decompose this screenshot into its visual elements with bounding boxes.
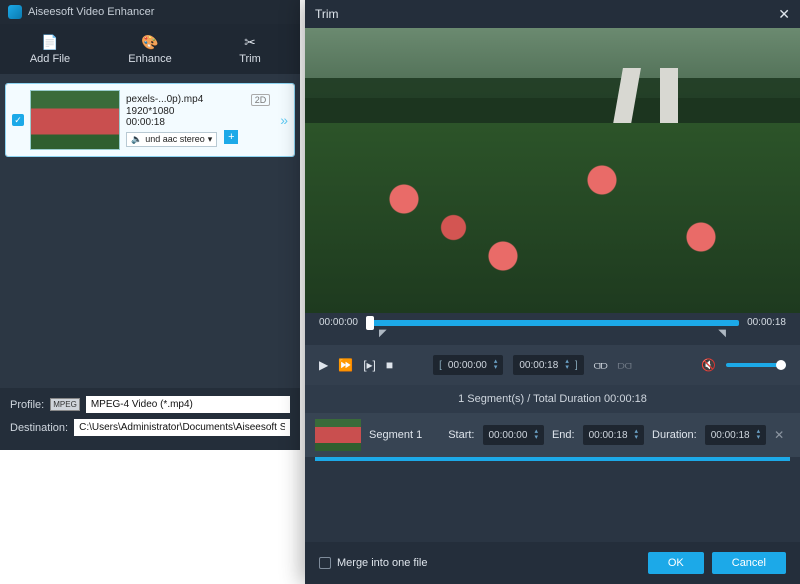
fast-forward-button[interactable]: ⏩ [338,358,353,372]
destination-label: Destination: [10,422,68,434]
trim-button[interactable]: ✂ Trim [200,24,300,74]
segment-duration-input[interactable]: 00:00:18▴▾ [705,425,766,445]
next-frame-button[interactable]: [▸] [363,358,376,372]
add-track-button[interactable]: + [224,130,238,144]
clip-start-input[interactable]: 00:00:00▴▾ [433,355,503,375]
segment-track [315,457,790,461]
trim-dialog: Trim ✕ 00:00:00 00:00:18 ◤ ◥ ▶ ⏩ [▸] ■ 0… [305,0,800,584]
convert-arrow-icon: » [280,112,288,128]
merge-checkbox[interactable]: Merge into one file [319,557,428,569]
end-label: End: [552,429,575,441]
dialog-title: Trim [315,7,339,21]
file-duration: 00:00:18 [126,117,270,128]
scissors-icon: ✂ [244,34,256,51]
speaker-icon: 🔈 [131,134,142,145]
badge-2d: 2D [251,94,271,106]
volume-slider[interactable] [726,363,786,367]
profile-input[interactable] [86,396,290,413]
file-checkbox[interactable]: ✓ [12,114,24,126]
join-button: ⫐⫏ [618,358,632,373]
stop-button[interactable]: ■ [386,358,393,372]
destination-input[interactable] [74,419,290,436]
play-button[interactable]: ▶ [319,358,328,372]
enhance-button[interactable]: 🎨 Enhance [100,24,200,74]
timeline-cursor[interactable] [366,316,374,330]
video-preview [305,28,800,313]
main-toolbar: 📄 Add File 🎨 Enhance ✂ Trim [0,24,300,74]
trim-in-marker-icon[interactable]: ◤ [379,328,387,339]
duration-label: Duration: [652,429,697,441]
profile-label: Profile: [10,399,44,411]
volume-knob[interactable] [776,360,786,370]
delete-segment-button[interactable]: ✕ [774,428,784,442]
segment-row[interactable]: Segment 1 Start: 00:00:00▴▾ End: 00:00:1… [305,413,800,457]
volume-icon[interactable]: 🔇 [701,358,716,372]
app-title: Aiseesoft Video Enhancer [28,6,154,18]
segment-end-input[interactable]: 00:00:18▴▾ [583,425,644,445]
file-resolution: 1920*1080 [126,106,270,117]
main-title-bar: Aiseesoft Video Enhancer [0,0,300,24]
timeline-track[interactable] [366,320,739,326]
segment-thumbnail [315,419,361,451]
close-icon[interactable]: ✕ [778,6,790,23]
trim-out-marker-icon[interactable]: ◥ [718,328,726,339]
segment-start-input[interactable]: 00:00:00▴▾ [483,425,544,445]
audio-track-dropdown[interactable]: 🔈 und aac stereo ▾ [126,132,217,147]
checkbox-box-icon [319,557,331,569]
clip-end-input[interactable]: 00:00:18▴▾ [513,355,583,375]
cancel-button[interactable]: Cancel [712,552,786,574]
add-file-icon: 📄 [41,34,58,51]
segments-header: 1 Segment(s) / Total Duration 00:00:18 [305,385,800,413]
split-button[interactable]: ⫏⫐ [594,358,608,373]
palette-icon: 🎨 [141,34,158,51]
mpeg-icon: MPEG [50,398,80,411]
chevron-down-icon: ▾ [208,134,213,145]
file-thumbnail [30,90,120,150]
ok-button[interactable]: OK [648,552,704,574]
file-item[interactable]: ✓ pexels-...0p).mp4 2D 1920*1080 00:00:1… [6,84,294,156]
segment-name: Segment 1 [369,429,422,441]
timeline-start: 00:00:00 [319,317,358,328]
start-label: Start: [448,429,474,441]
timeline-end: 00:00:18 [747,317,786,328]
add-file-button[interactable]: 📄 Add File [0,24,100,74]
file-name: pexels-...0p).mp4 [126,94,203,105]
app-logo-icon [8,5,22,19]
